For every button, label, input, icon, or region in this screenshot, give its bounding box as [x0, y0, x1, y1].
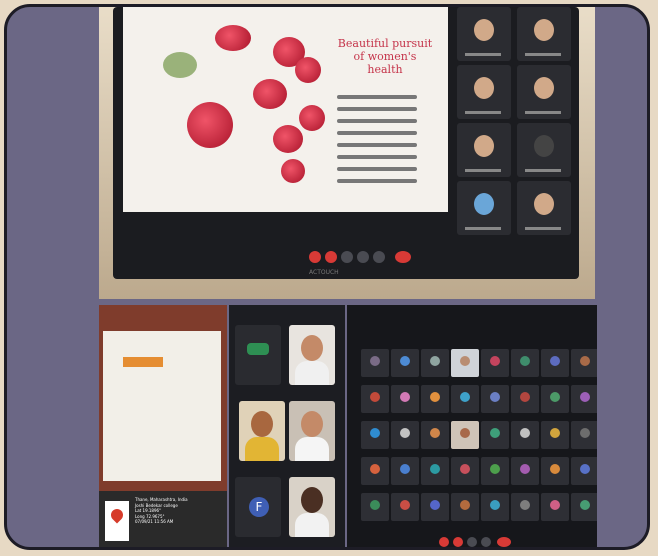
photo-bottom-middle: F — [229, 305, 345, 547]
video-tile — [571, 349, 597, 377]
leave-button[interactable] — [497, 537, 511, 547]
rose-icon — [273, 125, 303, 153]
video-tile — [511, 349, 539, 377]
video-tile — [481, 457, 509, 485]
video-tile — [457, 123, 511, 177]
video-tile — [457, 181, 511, 235]
video-tile — [421, 349, 449, 377]
video-tile — [421, 457, 449, 485]
camera-button[interactable] — [325, 251, 337, 263]
presentation-slide — [103, 331, 221, 481]
poster-frame: Beautiful pursuit of women's health ACTO… — [4, 4, 650, 550]
video-tile — [457, 7, 511, 61]
video-tile — [541, 457, 569, 485]
video-tile — [481, 349, 509, 377]
slide-heading — [123, 357, 163, 367]
video-tile — [451, 385, 479, 413]
video-tile — [421, 421, 449, 449]
rose-icon — [281, 159, 305, 183]
video-tile — [481, 385, 509, 413]
share-button[interactable] — [481, 537, 491, 547]
rose-icon — [253, 79, 287, 109]
participant-video — [239, 401, 285, 461]
video-tile — [571, 421, 597, 449]
map-pin-icon — [105, 501, 129, 541]
video-tile — [541, 421, 569, 449]
participant-video — [289, 325, 335, 385]
slide-title: Beautiful pursuit of women's health — [337, 37, 433, 76]
video-tile — [361, 349, 389, 377]
photo-top-monitor: Beautiful pursuit of women's health ACTO… — [99, 7, 595, 299]
chat-button[interactable] — [341, 251, 353, 263]
mic-button[interactable] — [439, 537, 449, 547]
video-tile — [517, 65, 571, 119]
video-tile — [457, 65, 511, 119]
video-tile — [421, 385, 449, 413]
video-tile — [541, 385, 569, 413]
video-tile — [361, 421, 389, 449]
video-tile — [421, 493, 449, 521]
video-tile — [511, 457, 539, 485]
video-tile — [517, 123, 571, 177]
participant-video — [289, 401, 335, 461]
presentation-slide: Beautiful pursuit of women's health — [123, 7, 448, 212]
participant-video — [451, 349, 479, 377]
video-tile — [451, 457, 479, 485]
video-tile — [571, 493, 597, 521]
video-tile — [361, 385, 389, 413]
video-tile — [361, 457, 389, 485]
video-tile — [451, 493, 479, 521]
hand-button[interactable] — [357, 251, 369, 263]
rose-icon — [295, 57, 321, 83]
video-tile — [541, 349, 569, 377]
mic-button[interactable] — [309, 251, 321, 263]
geotag-text: Thane, Maharashtra, India Joshi Bedekar … — [135, 497, 188, 524]
video-tile — [391, 349, 419, 377]
video-tile — [517, 181, 571, 235]
slide-bullets — [337, 95, 417, 191]
photo-bottom-left — [99, 305, 227, 491]
video-tile — [481, 493, 509, 521]
geotag-overlay: Thane, Maharashtra, India Joshi Bedekar … — [99, 491, 227, 547]
video-tile — [391, 385, 419, 413]
video-tile — [517, 7, 571, 61]
rose-icon — [187, 102, 233, 148]
video-tile — [511, 493, 539, 521]
video-tile — [391, 457, 419, 485]
video-tile — [541, 493, 569, 521]
video-tile — [511, 421, 539, 449]
monitor-brand: ACTOUCH — [309, 269, 339, 276]
video-tile — [571, 385, 597, 413]
participant-video — [289, 477, 335, 537]
video-tile — [391, 493, 419, 521]
video-tile: F — [235, 477, 281, 537]
participant-video — [451, 421, 479, 449]
chat-button[interactable] — [467, 537, 477, 547]
video-tile — [481, 421, 509, 449]
video-tile — [571, 457, 597, 485]
logo-icon — [163, 52, 197, 78]
video-tile — [391, 421, 419, 449]
rose-icon — [299, 105, 325, 131]
leave-button[interactable] — [395, 251, 411, 263]
monitor: Beautiful pursuit of women's health — [113, 7, 579, 279]
video-tile — [235, 325, 281, 385]
video-tile — [511, 385, 539, 413]
video-tile — [361, 493, 389, 521]
avatar: F — [249, 497, 269, 517]
photo-bottom-right — [347, 305, 597, 547]
camera-button[interactable] — [453, 537, 463, 547]
share-button[interactable] — [373, 251, 385, 263]
rose-icon — [215, 25, 251, 51]
